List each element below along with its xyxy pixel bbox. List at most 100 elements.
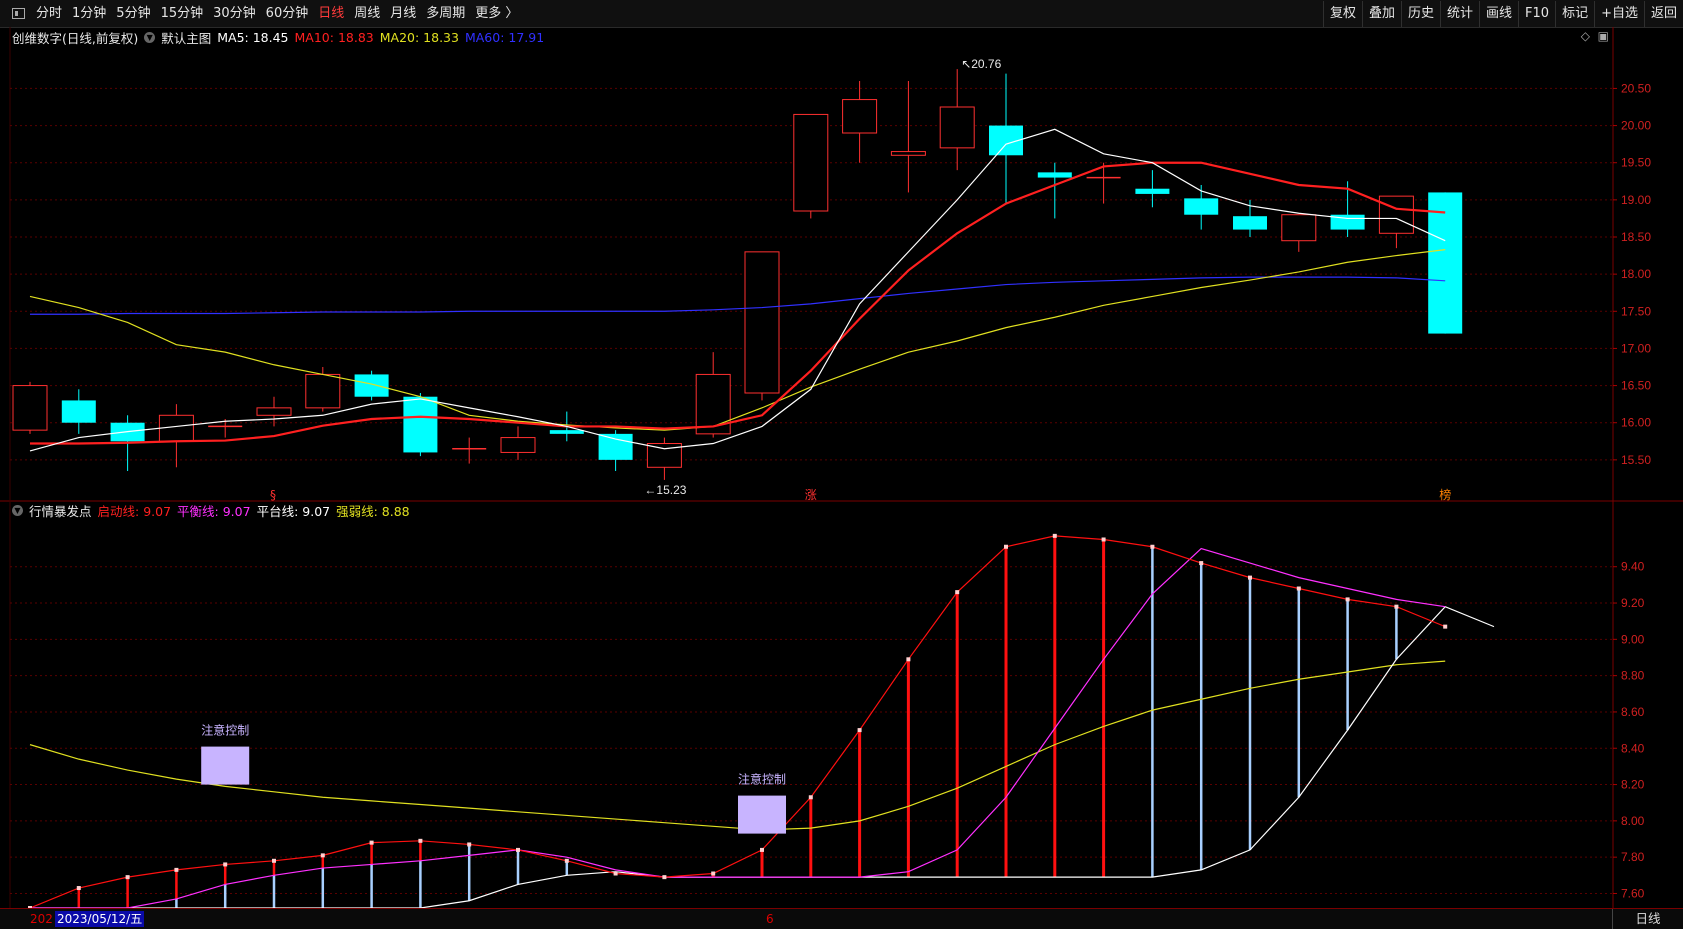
candle [1086, 162, 1121, 204]
tab-1min[interactable]: 1分钟 [67, 0, 111, 27]
qidong-dot [1296, 586, 1301, 591]
qidong-dot [906, 657, 911, 662]
candle-body-down [61, 400, 96, 423]
candle [12, 381, 48, 434]
qidong-dot [808, 795, 813, 800]
tab-fenshi[interactable]: 分时 [31, 0, 67, 27]
candle-body-down [598, 433, 633, 460]
qidong-dot [760, 847, 764, 852]
warning-box [738, 795, 786, 834]
qidong-dot [320, 853, 325, 858]
price-tick-label: 18.50 [1621, 230, 1651, 244]
qidong-dot [1443, 624, 1448, 629]
window-toggle-icon[interactable] [12, 8, 25, 19]
tab-daily[interactable]: 日线 [313, 0, 349, 27]
qidong-dot [418, 838, 423, 843]
candle [1184, 185, 1219, 230]
candle-body-up [305, 373, 341, 409]
tab-5min[interactable]: 5分钟 [111, 0, 155, 27]
ma10-line [30, 161, 1446, 445]
period-label[interactable]: 日线 [1612, 909, 1683, 929]
signal-marker: § [270, 488, 276, 502]
qidong-dot [1345, 597, 1350, 602]
candle-body-up [842, 99, 878, 134]
candle [989, 73, 1023, 204]
min-price-label: ←15.23 [644, 483, 686, 497]
price-tick-label: 20.00 [1621, 119, 1651, 133]
price-tick-label: 17.50 [1621, 304, 1651, 318]
price-tick-label: 16.50 [1621, 379, 1651, 393]
qidong-dot [1248, 575, 1252, 580]
indicator-tick-label: 8.20 [1621, 778, 1645, 792]
stats-button[interactable]: 统计 [1440, 0, 1479, 27]
qidong-dot [1101, 537, 1106, 542]
qiangruo-line [29, 660, 1446, 831]
indicator-tick-label: 8.80 [1621, 669, 1645, 683]
candle [500, 426, 536, 460]
draw-button[interactable]: 画线 [1479, 0, 1518, 27]
tab-multi-period[interactable]: 多周期 [421, 0, 470, 27]
candle [256, 396, 292, 427]
qidong-dot [857, 728, 862, 733]
tab-60min[interactable]: 60分钟 [261, 0, 314, 27]
back-button[interactable]: 返回 [1643, 0, 1683, 27]
warning-label: 注意控制 [738, 772, 786, 787]
qidong-dot [564, 858, 569, 863]
candle-body-up [939, 106, 975, 149]
indicator-tick-label: 7.60 [1621, 886, 1645, 900]
candle [646, 437, 682, 480]
cursor-date: 2023/05/12/五 [55, 911, 145, 927]
warning-label: 注意控制 [201, 723, 249, 738]
qidong-dot [272, 858, 276, 863]
warning-box [201, 746, 250, 785]
candle-body-up [256, 407, 292, 416]
signal-marker: 榜 [1439, 487, 1451, 502]
qidong-dot [125, 875, 130, 880]
tool-buttons: 复权 叠加 历史 统计 画线 F10 标记 +自选 返回 [1322, 0, 1683, 27]
candle [1135, 170, 1170, 208]
candle-body-up [500, 437, 536, 453]
qidong-dot [613, 871, 618, 876]
tab-15min[interactable]: 15分钟 [156, 0, 209, 27]
candle [744, 251, 780, 401]
mark-button[interactable]: 标记 [1555, 0, 1594, 27]
tab-30min[interactable]: 30分钟 [208, 0, 261, 27]
indicator-tick-label: 9.00 [1621, 632, 1645, 646]
qidong-dot [1150, 544, 1155, 549]
tab-monthly[interactable]: 月线 [385, 0, 421, 27]
indicator-tick-label: 7.80 [1621, 850, 1645, 864]
add-watchlist-button[interactable]: +自选 [1594, 0, 1644, 27]
candle-body-down [549, 430, 584, 434]
candle [403, 393, 438, 457]
candle-body-down [1135, 188, 1170, 194]
candle [793, 113, 829, 219]
tab-weekly[interactable]: 周线 [349, 0, 385, 27]
max-price-label: ↖20.76 [961, 57, 1001, 71]
month-marker: 6 [766, 912, 774, 926]
candle [158, 404, 194, 468]
candle [354, 370, 389, 401]
date-prefix: 202 [30, 912, 53, 926]
indicator-tick-label: 8.60 [1621, 705, 1645, 719]
candle-body-up [12, 385, 48, 431]
candle-body-up [695, 373, 731, 435]
price-tick-label: 15.50 [1621, 453, 1651, 467]
candle [61, 389, 96, 434]
f10-button[interactable]: F10 [1518, 0, 1555, 27]
qidong-dot [1052, 533, 1057, 538]
candle-body-down [1037, 172, 1072, 178]
fuquan-button[interactable]: 复权 [1322, 0, 1362, 27]
indicator-tick-label: 8.40 [1621, 741, 1645, 755]
status-bar: 202 2023/05/12/五 6 日线 [0, 908, 1683, 929]
price-tick-label: 19.00 [1621, 193, 1651, 207]
price-tick-label: 18.00 [1621, 267, 1651, 281]
history-button[interactable]: 历史 [1400, 0, 1440, 27]
qidong-dot [516, 847, 520, 852]
candle-body-down [1184, 198, 1219, 215]
overlay-button[interactable]: 叠加 [1361, 0, 1401, 27]
candle-body-up [890, 151, 926, 156]
candle-body-down [354, 374, 389, 397]
tab-more[interactable]: 更多 〉 [470, 0, 523, 27]
kline-chart[interactable]: 20.50 20.00 19.50 19.00 18.50 18.00 17.50 17.00… [0, 27, 1683, 908]
period-tabs: 分时 1分钟 5分钟 15分钟 30分钟 60分钟 日线 周线 月线 多周期 更… [4, 0, 523, 27]
